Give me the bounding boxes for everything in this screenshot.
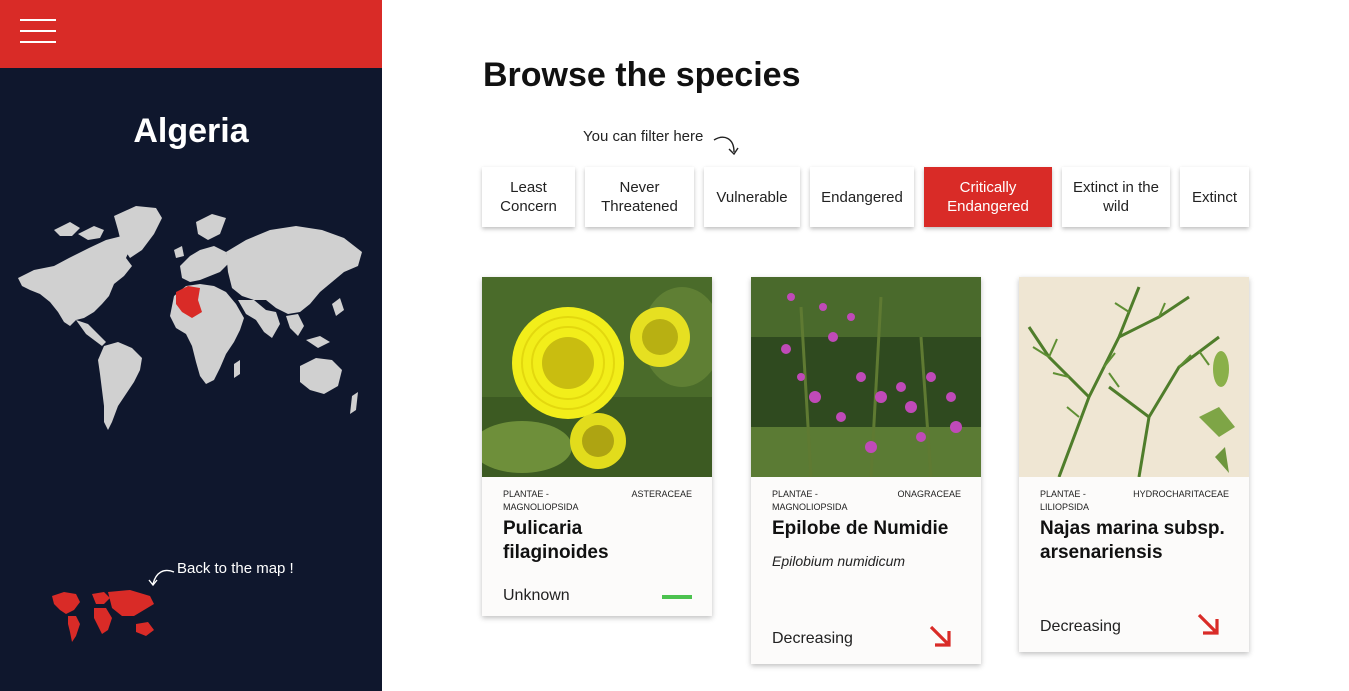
scientific-name: Epilobium numidicum xyxy=(772,553,906,569)
species-name: Pulicaria filaginoides xyxy=(503,518,609,563)
population-trend: Decreasing xyxy=(1040,618,1121,635)
family: ASTERACEAE xyxy=(631,489,692,499)
curved-arrow-icon xyxy=(148,569,175,587)
mini-world-map-icon[interactable] xyxy=(50,588,160,644)
species-photo xyxy=(1019,277,1249,477)
back-to-map-link[interactable]: Back to the map ! xyxy=(177,560,294,577)
card-taxonomy: PLANTAE - LILIOPSIDA HYDROCHARITACEAE xyxy=(1019,477,1249,517)
filter-extinct-in-the-wild[interactable]: Extinct in the wild xyxy=(1062,167,1170,227)
filter-least-concern[interactable]: Least Concern xyxy=(482,167,575,227)
sidebar-header xyxy=(0,0,382,68)
page-title: Browse the species xyxy=(483,56,801,94)
family: HYDROCHARITACEAE xyxy=(1133,489,1229,499)
filter-hint: You can filter here xyxy=(583,128,704,145)
species-name: Najas marina subsp. arsenariensis xyxy=(1040,518,1225,563)
flat-line-icon xyxy=(662,595,692,599)
down-right-arrow-icon xyxy=(1197,613,1219,635)
species-card[interactable]: PLANTAE - MAGNOLIOPSIDA ONAGRACEAE Epilo… xyxy=(751,277,981,664)
filter-extinct[interactable]: Extinct xyxy=(1180,167,1249,227)
population-trend: Unknown xyxy=(503,587,570,604)
species-name: Epilobe de Numidie xyxy=(772,518,949,539)
species-card[interactable]: PLANTAE - MAGNOLIOPSIDA ASTERACEAE Pulic… xyxy=(482,277,712,616)
filter-vulnerable[interactable]: Vulnerable xyxy=(704,167,800,227)
species-card[interactable]: PLANTAE - LILIOPSIDA HYDROCHARITACEAE Na… xyxy=(1019,277,1249,652)
filter-never-threatened[interactable]: Never Threatened xyxy=(585,167,694,227)
country-title: Algeria xyxy=(133,112,249,150)
population-trend: Decreasing xyxy=(772,630,853,647)
menu-icon[interactable] xyxy=(20,17,56,45)
card-taxonomy: PLANTAE - MAGNOLIOPSIDA ASTERACEAE xyxy=(482,477,712,517)
species-photo xyxy=(482,277,712,477)
filter-critically-endangered[interactable]: Critically Endangered xyxy=(924,167,1052,227)
world-map[interactable] xyxy=(14,200,370,436)
curved-arrow-icon xyxy=(713,136,739,156)
species-photo xyxy=(751,277,981,477)
family: ONAGRACEAE xyxy=(897,489,961,499)
card-taxonomy: PLANTAE - MAGNOLIOPSIDA ONAGRACEAE xyxy=(751,477,981,517)
kingdom-class: PLANTAE - LILIOPSIDA xyxy=(1040,489,1090,512)
down-right-arrow-icon xyxy=(929,625,951,647)
kingdom-class: PLANTAE - MAGNOLIOPSIDA xyxy=(503,489,579,512)
kingdom-class: PLANTAE - MAGNOLIOPSIDA xyxy=(772,489,848,512)
sidebar: Algeria Back to the map ! xyxy=(0,0,382,691)
filter-endangered[interactable]: Endangered xyxy=(810,167,914,227)
